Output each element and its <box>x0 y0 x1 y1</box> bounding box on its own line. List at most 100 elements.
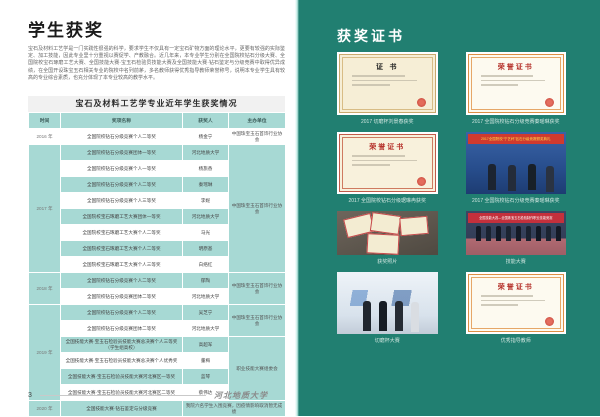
note-cell: 我院六名学生入围竞赛，因疫情影响取消暂无成绩 <box>183 401 286 417</box>
left-page-footer: 3 河北地质大学 <box>28 390 268 401</box>
column-header: 获奖人 <box>183 113 229 129</box>
thumbnail-caption: 2017 切磨杯刘景春获奖 <box>337 118 438 125</box>
award-cell: 全国院校钻石分级竞赛个人二等奖 <box>61 129 183 145</box>
award-cell: 全国技能大赛·钻石鉴定与分级竞赛 <box>61 401 183 417</box>
red-seal-icon <box>545 317 554 326</box>
winner-cell: 马光 <box>183 225 229 241</box>
left-page: 学生获奖 宝石及材料工艺学是一门实践性很强的科学，要求学生不仅具有一定宝石矿物方… <box>0 0 295 416</box>
university-logo-text: 河北地质大学 <box>214 390 268 401</box>
award-cell: 全国院校钻石分级竞赛个人三等奖 <box>61 193 183 209</box>
column-header: 时间 <box>29 113 61 129</box>
award-cell: 全国院校钻石分级竞赛团体一等奖 <box>61 145 183 161</box>
photo-banner-text: 全国技能大赛—全国珠宝玉石检验制作职业技能竞赛 <box>468 213 565 223</box>
photo-thumbnail: 2017全国院校“宁艺杯”钻石分级竞赛颁奖典礼 2017 全国院校钻石分级竞赛秦瑶… <box>466 132 567 211</box>
winner-cell: 河北地质大学 <box>183 289 229 305</box>
people-silhouettes <box>476 226 481 241</box>
table-row: 2017 年全国院校钻石分级竞赛团体一等奖河北地质大学中国珠宝玉石首饰行业协会 <box>29 145 286 161</box>
organizer-cell: 中国珠宝玉石首饰行业协会 <box>229 273 286 305</box>
photo-image <box>337 211 438 255</box>
winner-cell: 吴芝宁 <box>183 305 229 321</box>
winner-cell: 高超军 <box>183 337 229 353</box>
thumbnail-caption: 切磨杯大赛 <box>337 337 438 344</box>
award-cell: 全国院校宝石琢磨工艺大赛团体一等奖 <box>61 209 183 225</box>
table-row: 2016 年全国院校钻石分级竞赛个人二等奖杨金宁中国珠宝玉石首饰行业协会 <box>29 129 286 145</box>
year-cell: 2016 年 <box>29 129 61 145</box>
photo-image: 2017全国院校“宁艺杯”钻石分级竞赛颁奖典礼 <box>466 132 567 194</box>
thumbnail-caption: 2017 全国院校钻石分级琚琳冉获奖 <box>337 197 438 204</box>
table-row: 2018 年全国院校钻石分级竞赛个人二等奖郁陶中国珠宝玉石首饰行业协会 <box>29 273 286 289</box>
thumbnail-caption: 获奖照片 <box>337 258 438 265</box>
certificate-thumbnail: 证 书 2017 切磨杯刘景春获奖 <box>337 52 438 132</box>
award-cell: 全国院校钻石分级竞赛团体二等奖 <box>61 289 183 305</box>
winner-cell: 董梅 <box>183 353 229 369</box>
footer-rule <box>40 395 206 396</box>
award-cell: 全国院校钻石分级竞赛个人二等奖 <box>61 305 183 321</box>
photo-image <box>337 272 438 334</box>
award-cell: 全国院校宝石琢磨工艺大赛个人二等奖 <box>61 241 183 257</box>
page-number: 3 <box>28 392 32 399</box>
award-cell: 全国技能大赛·宝玉石检验员技能大赛总决赛个人优秀奖 <box>61 353 183 369</box>
winner-cell: 李妮 <box>183 193 229 209</box>
organizer-cell: 中国珠宝玉石首饰行业协会 <box>229 145 286 273</box>
certificate-title: 荣誉证书 <box>469 62 564 72</box>
photo-banner-text: 2017全国院校“宁艺杯”钻石分级竞赛颁奖典礼 <box>468 134 565 144</box>
people-silhouettes <box>488 164 496 190</box>
awards-table: 时间奖项名称获奖人主办单位2016 年全国院校钻石分级竞赛个人二等奖杨金宁中国珠… <box>28 112 286 417</box>
year-cell: 2017 年 <box>29 145 61 273</box>
year-cell: 2019 年 <box>29 305 61 401</box>
certificate-image: 荣誉证书 <box>337 132 438 194</box>
section-title: 获奖证书 <box>337 26 405 46</box>
certificate-title: 证 书 <box>340 62 435 72</box>
winner-cell: 蓝琴 <box>183 369 229 385</box>
certificate-image: 荣誉证书 <box>466 272 567 334</box>
winner-cell: 河北地质大学 <box>183 321 229 337</box>
table-title: 宝石及材料工艺学专业近年学生获奖情况 <box>28 96 285 112</box>
certificate-thumbnail: 荣誉证书 2017 全国院校钻石分级竞赛秦瑶琳获奖 <box>466 52 567 132</box>
table-row: 全国技能大赛·宝玉石检验员技能大赛总决赛个人三等奖（学生组高校）高超军职业技能大… <box>29 337 286 353</box>
certificate-image: 证 书 <box>337 52 438 115</box>
winner-cell: 杨旅香 <box>183 161 229 177</box>
certificate-image: 荣誉证书 <box>466 52 567 115</box>
award-cell: 全国技能大赛·宝玉石检验员技能大赛河北赛区一等奖 <box>61 369 183 385</box>
winner-cell: 河北地质大学 <box>183 209 229 225</box>
photo-thumbnail: 切磨杯大赛 <box>337 272 438 351</box>
right-page: 获奖证书 证 书2017 切磨杯刘景春获奖荣誉证书2017 全国院校钻石分级竞赛… <box>299 0 600 416</box>
organizer-cell: 中国珠宝玉石首饰行业协会 <box>229 305 286 337</box>
intro-paragraph: 宝石及材料工艺学是一门实践性很强的科学，要求学生不仅具有一定宝石矿物方面的理论水… <box>28 46 285 82</box>
certificate-title: 荣誉证书 <box>340 142 435 152</box>
people-silhouettes <box>363 301 371 331</box>
year-cell: 2018 年 <box>29 273 61 305</box>
thumbnail-caption: 2017 全国院校钻石分级竞赛秦瑶琳获奖 <box>466 118 567 125</box>
certificate-thumbnail: 荣誉证书 2017 全国院校钻石分级琚琳冉获奖 <box>337 132 438 211</box>
winner-cell: 郁陶 <box>183 273 229 289</box>
photo-image: 全国技能大赛—全国珠宝玉石检验制作职业技能竞赛 <box>466 211 567 255</box>
year-cell: 2020 年 <box>29 401 61 417</box>
certificate-grid: 证 书2017 切磨杯刘景春获奖荣誉证书2017 全国院校钻石分级竞赛秦瑶琳获奖… <box>337 52 566 351</box>
award-cell: 全国院校钻石分级竞赛团体二等奖 <box>61 321 183 337</box>
column-header: 奖项名称 <box>61 113 183 129</box>
certificate-title: 荣誉证书 <box>469 282 564 292</box>
award-cell: 全国院校宝石琢磨工艺大赛个人三等奖 <box>61 257 183 273</box>
table-row: 2019 年全国院校钻石分级竞赛个人二等奖吴芝宁中国珠宝玉石首饰行业协会 <box>29 305 286 321</box>
winner-cell: 杨金宁 <box>183 129 229 145</box>
winner-cell: 明原基 <box>183 241 229 257</box>
red-seal-icon <box>417 177 426 186</box>
page-title: 学生获奖 <box>28 16 104 41</box>
thumbnail-caption: 2017 全国院校钻石分级竞赛秦瑶琳获奖 <box>466 197 567 204</box>
photo-thumbnail: 获奖照片 <box>337 211 438 272</box>
award-cell: 全国院校钻石分级竞赛个人一等奖 <box>61 161 183 177</box>
award-cell: 全国技能大赛·宝玉石检验员技能大赛总决赛个人三等奖（学生组高校） <box>61 337 183 353</box>
award-cell: 全国院校钻石分级竞赛个人二等奖 <box>61 273 183 289</box>
column-header: 主办单位 <box>229 113 286 129</box>
organizer-cell: 中国珠宝玉石首饰行业协会 <box>229 129 286 145</box>
photo-thumbnail: 全国技能大赛—全国珠宝玉石检验制作职业技能竞赛技能大赛 <box>466 211 567 272</box>
thumbnail-caption: 优秀指导教师 <box>466 337 567 344</box>
award-cell: 全国院校钻石分级竞赛个人二等奖 <box>61 177 183 193</box>
winner-cell: 秦瑶琳 <box>183 177 229 193</box>
thumbnail-caption: 技能大赛 <box>466 258 567 265</box>
red-seal-icon <box>545 98 554 107</box>
certificate-thumbnail: 荣誉证书优秀指导教师 <box>466 272 567 351</box>
award-cell: 全国院校宝石琢磨工艺大赛个人二等奖 <box>61 225 183 241</box>
table-row: 2020 年全国技能大赛·钻石鉴定与分级竞赛我院六名学生入围竞赛，因疫情影响取消… <box>29 401 286 417</box>
red-seal-icon <box>417 98 426 107</box>
